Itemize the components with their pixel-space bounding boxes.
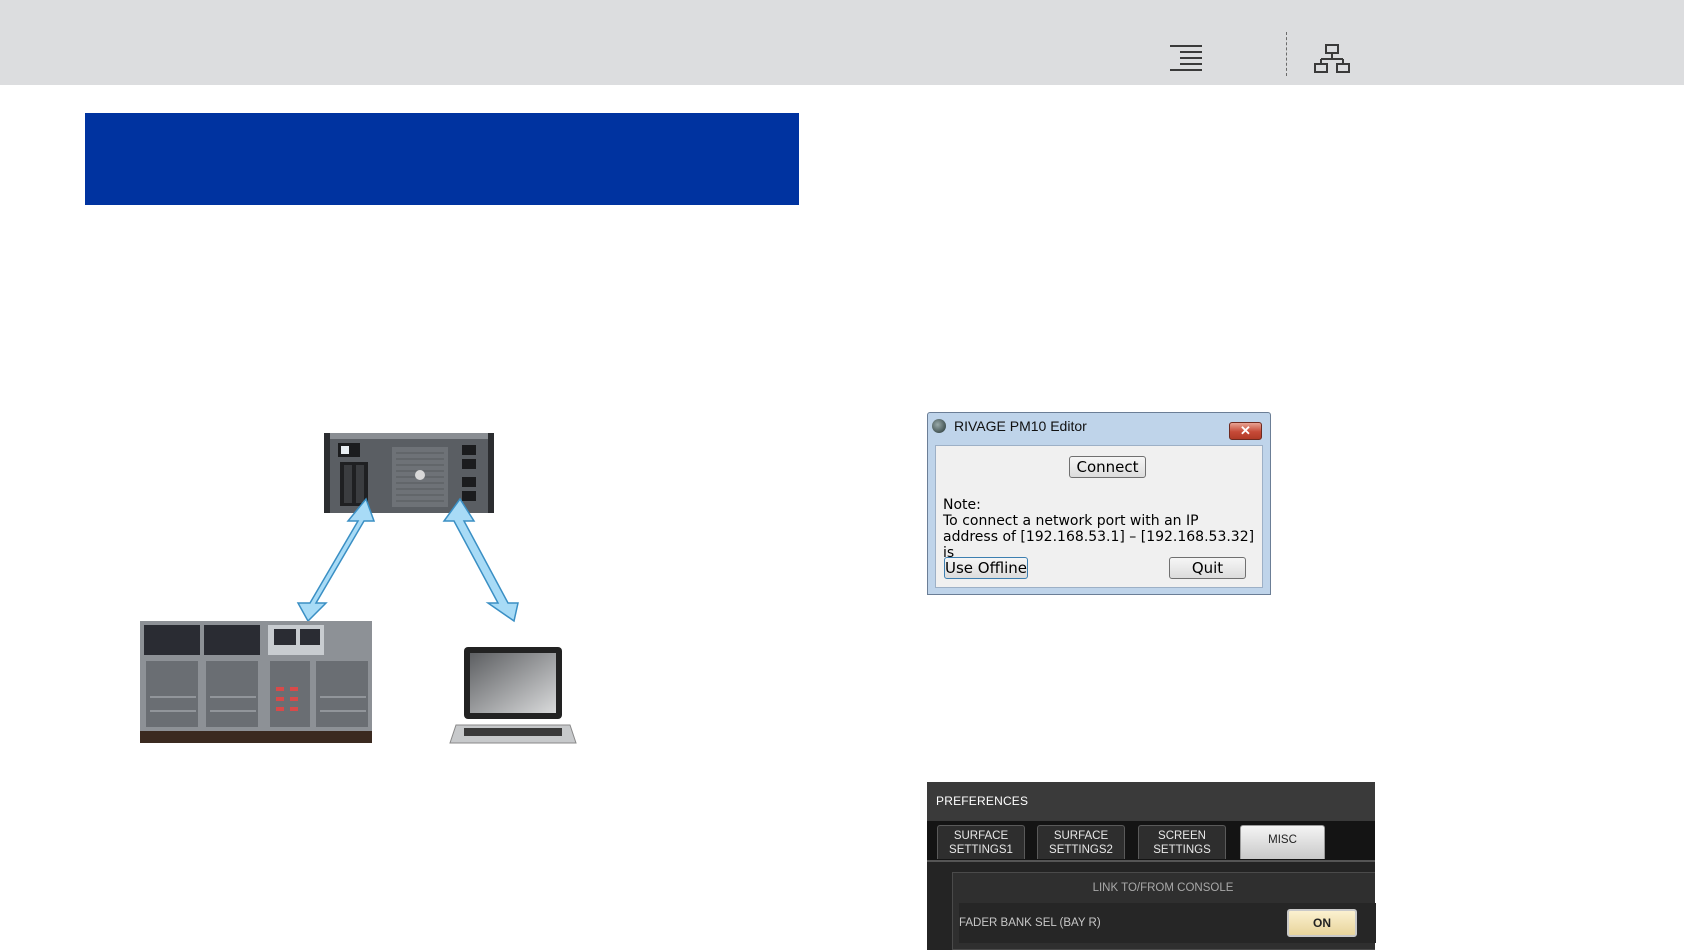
preferences-header: PREFERENCES	[927, 782, 1375, 821]
tab-divider	[927, 860, 1375, 862]
tab-label: SETTINGS	[1153, 844, 1211, 856]
tab-label: SCREEN	[1158, 830, 1206, 842]
mixing-console-device	[140, 621, 372, 743]
editor-dialog-window: RIVAGE PM10 Editor ✕ Connect Note: To co…	[927, 412, 1271, 595]
preferences-tab-strip: SURFACE SETTINGS1 SURFACE SETTINGS2 SCRE…	[927, 821, 1375, 860]
close-icon[interactable]: ✕	[1229, 422, 1262, 440]
tab-label: SETTINGS1	[949, 844, 1013, 856]
connect-button[interactable]: Connect	[1069, 456, 1146, 478]
connection-arrow-console	[296, 497, 376, 623]
preferences-panel: PREFERENCES SURFACE SETTINGS1 SURFACE SE…	[927, 782, 1376, 950]
tab-label: SURFACE	[1053, 830, 1109, 842]
laptop-device	[449, 647, 577, 744]
app-icon	[932, 419, 946, 433]
dsp-engine-device	[324, 433, 494, 513]
system-connection-diagram	[140, 433, 577, 744]
fader-bank-label: FADER BANK SEL (BAY R)	[959, 917, 1101, 929]
toolbar-separator	[1286, 32, 1287, 76]
fader-bank-on-button[interactable]: ON	[1287, 909, 1357, 937]
section-banner	[85, 113, 799, 205]
tab-surface-settings2[interactable]: SURFACE SETTINGS2	[1037, 825, 1125, 859]
dialog-title-text: RIVAGE PM10 Editor	[954, 418, 1087, 434]
note-line: To connect a network port with an IP	[943, 513, 1199, 529]
fader-bank-row: FADER BANK SEL (BAY R) ON	[959, 903, 1376, 943]
use-offline-button[interactable]: Use Offline	[944, 557, 1028, 579]
table-of-contents-icon[interactable]	[1170, 45, 1202, 73]
quit-button[interactable]: Quit	[1169, 557, 1246, 579]
top-toolbar	[0, 0, 1684, 85]
section-title: LINK TO/FROM CONSOLE	[1092, 882, 1234, 894]
tab-misc[interactable]: MISC	[1240, 825, 1325, 859]
tab-surface-settings1[interactable]: SURFACE SETTINGS1	[937, 825, 1025, 859]
sitemap-icon[interactable]	[1314, 44, 1350, 74]
tab-label: SETTINGS2	[1049, 844, 1113, 856]
connection-arrow-laptop	[442, 497, 519, 623]
link-console-section: LINK TO/FROM CONSOLE FADER BANK SEL (BAY…	[952, 872, 1376, 950]
dialog-body: Connect Note: To connect a network port …	[935, 445, 1263, 588]
tab-label: MISC	[1268, 834, 1297, 846]
tab-label: SURFACE	[953, 830, 1009, 842]
note-line: Note:	[943, 497, 981, 513]
tab-screen-settings[interactable]: SCREEN SETTINGS	[1138, 825, 1226, 859]
preferences-title: PREFERENCES	[936, 794, 1029, 808]
